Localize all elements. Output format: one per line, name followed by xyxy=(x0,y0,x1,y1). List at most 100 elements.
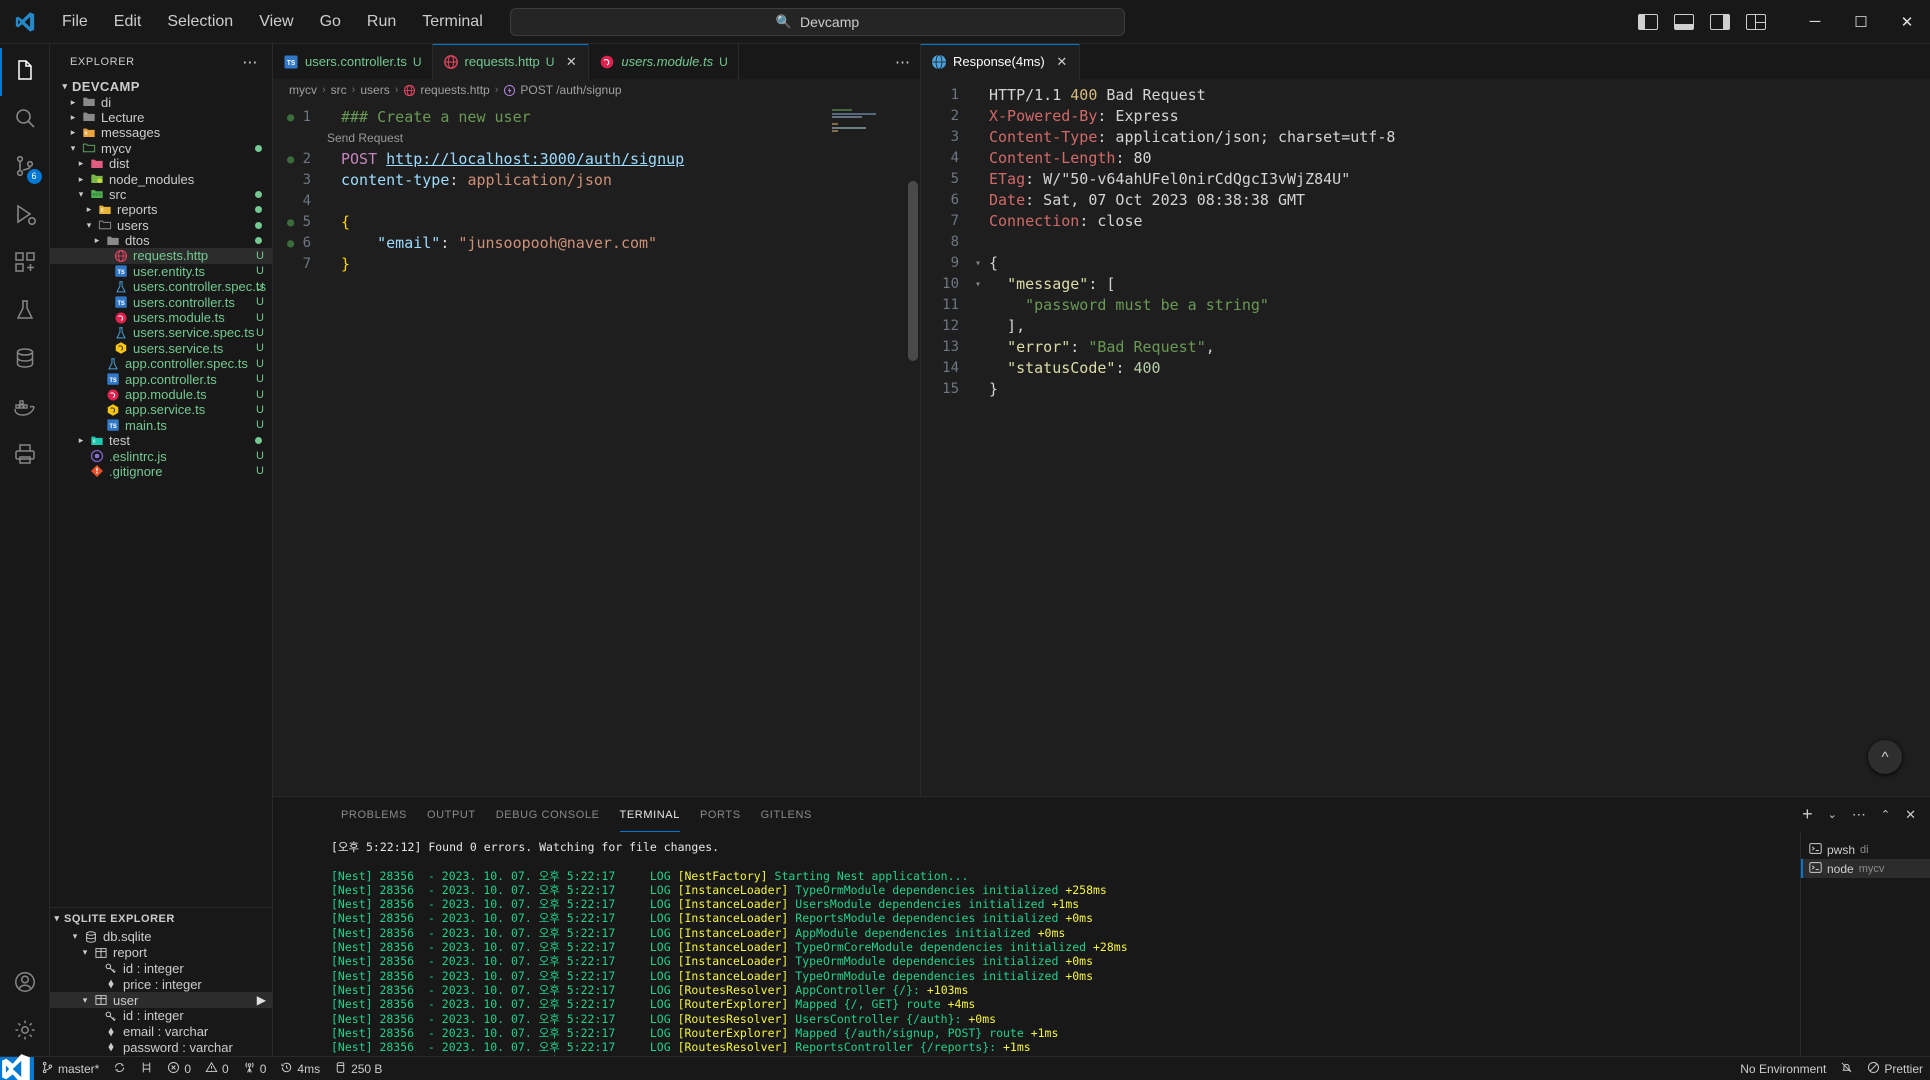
menu-file[interactable]: File xyxy=(50,9,100,35)
tree-item--gitignore[interactable]: .gitignoreU xyxy=(50,464,272,479)
sqlite-tree[interactable]: ▾db.sqlite▾report id : integer price : int… xyxy=(50,929,272,1056)
tree-item-messages[interactable]: ▸messages xyxy=(50,125,272,140)
chevron-right-icon[interactable]: ▸ xyxy=(90,235,104,246)
tree-item-users-service-spec-ts[interactable]: users.service.spec.tsU xyxy=(50,325,272,340)
breadcrumb-item[interactable]: POST /auth/signup xyxy=(503,83,621,97)
explorer-tree[interactable]: ▾DEVCAMP▸di▸Lecture▸messages▾mycv▸dist▸n… xyxy=(50,79,272,907)
terminal-tab-pwsh[interactable]: pwshdi xyxy=(1801,840,1930,859)
panel-tab-gitlens[interactable]: GITLENS xyxy=(751,797,822,832)
breadcrumb[interactable]: mycv›src›users›requests.http›POST /auth/… xyxy=(273,79,920,101)
status-history[interactable]: 4ms xyxy=(273,1057,327,1080)
chevron-down-icon[interactable]: ▾ xyxy=(78,995,92,1006)
status-error[interactable]: 0 xyxy=(160,1057,198,1080)
panel-more-actions-icon[interactable]: ⋯ xyxy=(1852,806,1866,823)
activity-sqltools[interactable] xyxy=(0,336,50,384)
status-sync[interactable] xyxy=(106,1057,133,1080)
panel-tab-debug-console[interactable]: DEBUG CONSOLE xyxy=(486,797,610,832)
chevron-right-icon[interactable]: ▸ xyxy=(82,204,96,215)
sqlite-item-report[interactable]: ▾report xyxy=(50,945,272,961)
tree-item-mycv[interactable]: ▾mycv xyxy=(50,141,272,156)
code-editor[interactable]: ●1### Create a new userSend Request●2POS… xyxy=(273,101,920,796)
chevron-down-icon[interactable]: ▾ xyxy=(82,220,96,231)
toggle-secondary-sidebar-icon[interactable] xyxy=(1710,14,1730,30)
run-query-icon[interactable]: ▶ xyxy=(257,993,266,1007)
sqlite-item-db-sqlite[interactable]: ▾db.sqlite xyxy=(50,929,272,945)
chevron-right-icon[interactable]: ▸ xyxy=(74,174,88,185)
response-viewer[interactable]: 1HTTP/1.1 400 Bad Request2X-Powered-By: … xyxy=(921,79,1930,796)
chevron-right-icon[interactable]: ▸ xyxy=(66,97,80,108)
remote-window-button[interactable] xyxy=(0,1057,34,1080)
close-icon[interactable]: ✕ xyxy=(564,54,578,70)
panel-tab-ports[interactable]: PORTS xyxy=(690,797,751,832)
status-no-environment[interactable]: No Environment xyxy=(1733,1057,1833,1080)
menu-edit[interactable]: Edit xyxy=(102,9,154,35)
menu-go[interactable]: Go xyxy=(308,9,353,35)
sqlite-item-user[interactable]: ▾user▶ xyxy=(50,992,272,1008)
code-lens-send-request[interactable]: Send Request xyxy=(273,128,920,149)
command-center[interactable]: 🔍 Devcamp xyxy=(510,8,1125,36)
breadcrumb-item[interactable]: requests.http xyxy=(403,83,489,97)
terminal-list[interactable]: pwshdinodemycv xyxy=(1800,832,1930,1056)
chevron-right-icon[interactable]: ▸ xyxy=(66,112,80,123)
tree-item--eslintrc-js[interactable]: .eslintrc.jsU xyxy=(50,448,272,463)
terminal-split-dropdown-icon[interactable]: ⌄ xyxy=(1828,808,1837,821)
status-source-control[interactable]: master* xyxy=(34,1057,106,1080)
tree-item-main-ts[interactable]: TSmain.tsU xyxy=(50,418,272,433)
menu-run[interactable]: Run xyxy=(355,9,408,35)
tree-item-users-module-ts[interactable]: users.module.tsU xyxy=(50,310,272,325)
ellipsis-icon[interactable]: ⋯ xyxy=(236,53,264,71)
status-radio-tower[interactable]: 0 xyxy=(236,1057,274,1080)
code-lens-label[interactable]: Send Request xyxy=(327,128,403,149)
chevron-down-icon[interactable]: ▾ xyxy=(78,947,92,958)
sqlite-item-price-integer[interactable]: price : integer xyxy=(50,976,272,992)
tree-item-app-controller-ts[interactable]: TSapp.controller.tsU xyxy=(50,371,272,386)
chevron-right-icon[interactable]: ▸ xyxy=(74,158,88,169)
breakpoint-glyph-icon[interactable]: ● xyxy=(287,212,295,233)
tab-users-module-ts[interactable]: users.module.tsU xyxy=(589,44,738,79)
breadcrumb-item[interactable]: src xyxy=(331,83,347,97)
sqlite-explorer-header[interactable]: ▾ SQLITE EXPLORER xyxy=(50,907,272,929)
menu-selection[interactable]: Selection xyxy=(155,9,245,35)
fold-chevron-down-icon[interactable]: ▾ xyxy=(971,274,985,295)
chevron-down-icon[interactable]: ▾ xyxy=(74,189,88,200)
terminal-output[interactable]: [오후 5:22:12] Found 0 errors. Watching fo… xyxy=(273,832,1800,1056)
breakpoint-glyph-icon[interactable]: ● xyxy=(287,149,295,170)
tree-item-users[interactable]: ▾users xyxy=(50,218,272,233)
activity-search[interactable] xyxy=(0,96,50,144)
panel-tab-output[interactable]: OUTPUT xyxy=(417,797,486,832)
tree-item-dist[interactable]: ▸dist xyxy=(50,156,272,171)
tree-item-reports[interactable]: ▸reports xyxy=(50,202,272,217)
tree-item-user-entity-ts[interactable]: TSuser.entity.tsU xyxy=(50,264,272,279)
toggle-panel-icon[interactable] xyxy=(1674,14,1694,30)
panel-tab-problems[interactable]: PROBLEMS xyxy=(331,797,417,832)
fold-chevron-down-icon[interactable]: ▾ xyxy=(971,253,985,274)
tree-root-devcamp[interactable]: ▾DEVCAMP xyxy=(50,79,272,94)
status-bell-slash-icon[interactable] xyxy=(1833,1057,1860,1080)
breadcrumb-item[interactable]: users xyxy=(360,83,389,97)
activity-run-and-debug[interactable] xyxy=(0,192,50,240)
sqlite-item-password-varchar[interactable]: password : varchar xyxy=(50,1040,272,1056)
maximize-button[interactable]: ☐ xyxy=(1838,0,1884,44)
tree-item-app-module-ts[interactable]: app.module.tsU xyxy=(50,387,272,402)
status-database[interactable]: 250 B xyxy=(327,1057,389,1080)
minimap[interactable] xyxy=(832,109,906,134)
tree-item-app-service-ts[interactable]: app.service.tsU xyxy=(50,402,272,417)
tree-item-lecture[interactable]: ▸Lecture xyxy=(50,110,272,125)
tree-item-di[interactable]: ▸di xyxy=(50,94,272,109)
menu-terminal[interactable]: Terminal xyxy=(410,9,494,35)
new-terminal-icon[interactable]: + xyxy=(1802,804,1813,825)
close-icon[interactable]: ✕ xyxy=(1055,54,1069,70)
breadcrumb-item[interactable]: mycv xyxy=(289,83,317,97)
status-prettier[interactable]: Prettier xyxy=(1860,1057,1930,1080)
chevron-down-icon[interactable]: ▾ xyxy=(66,143,80,154)
chevron-down-icon[interactable]: ▾ xyxy=(68,931,82,942)
sqlite-item-id-integer[interactable]: id : integer xyxy=(50,1008,272,1024)
tab-response[interactable]: Response(4ms) ✕ xyxy=(921,44,1080,79)
tree-item-users-service-ts[interactable]: users.service.tsU xyxy=(50,341,272,356)
minimize-button[interactable]: ─ xyxy=(1792,0,1838,44)
tree-item-test[interactable]: ▸test xyxy=(50,433,272,448)
tab-requests-http[interactable]: requests.httpU✕ xyxy=(433,44,590,79)
sqlite-item-email-varchar[interactable]: email : varchar xyxy=(50,1024,272,1040)
chevron-right-icon[interactable]: ▸ xyxy=(66,127,80,138)
customize-layout-icon[interactable] xyxy=(1746,14,1766,30)
